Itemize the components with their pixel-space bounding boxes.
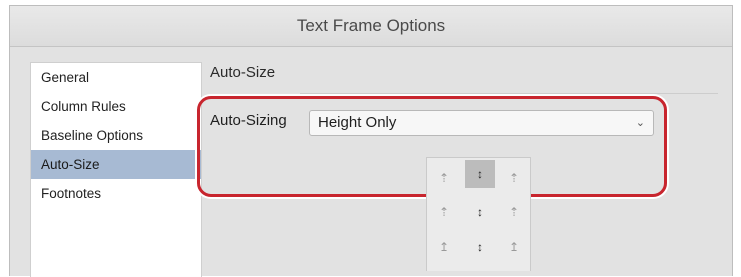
ref-point-middle-center[interactable]: ↕ [465, 198, 495, 226]
ref-point-middle-left[interactable]: ⇡ [429, 198, 459, 226]
ref-arrow-icon: ⇡ [438, 205, 450, 219]
sidebar-item-auto-size[interactable]: Auto-Size [31, 150, 201, 179]
ref-arrow-icon: ↥ [508, 240, 520, 254]
sidebar-item-column-rules[interactable]: Column Rules [31, 92, 201, 121]
ref-point-bottom-right[interactable]: ↥ [499, 233, 529, 261]
reference-point-grid: ⇡ ↕ ⇡ ⇡ ↕ ⇡ ↥ ↕ ↥ [426, 157, 531, 271]
sidebar-item-baseline-options[interactable]: Baseline Options [31, 121, 201, 150]
ref-point-middle-right[interactable]: ⇡ [499, 198, 529, 226]
ref-point-bottom-left[interactable]: ↥ [429, 233, 459, 261]
section-title: Auto-Size [210, 64, 276, 81]
ref-arrow-icon: ⇡ [508, 205, 520, 219]
ref-point-top-center[interactable]: ↕ [465, 160, 495, 188]
ref-arrow-icon: ↕ [477, 205, 483, 219]
sidebar-item-footnotes[interactable]: Footnotes [31, 179, 201, 208]
ref-arrow-icon: ↥ [438, 240, 450, 254]
ref-arrow-icon: ⇡ [438, 171, 450, 185]
dialog-title: Text Frame Options [10, 6, 732, 47]
ref-point-top-right[interactable]: ⇡ [499, 164, 529, 192]
ref-arrow-icon: ↕ [477, 240, 483, 254]
ref-arrow-icon: ↕ [477, 167, 483, 181]
ref-arrow-icon: ⇡ [508, 171, 520, 185]
section-divider [300, 93, 718, 94]
options-sidebar: General Column Rules Baseline Options Au… [30, 62, 202, 277]
sidebar-item-general[interactable]: General [31, 63, 201, 92]
ref-point-bottom-center[interactable]: ↕ [465, 233, 495, 261]
ref-point-top-left[interactable]: ⇡ [429, 164, 459, 192]
